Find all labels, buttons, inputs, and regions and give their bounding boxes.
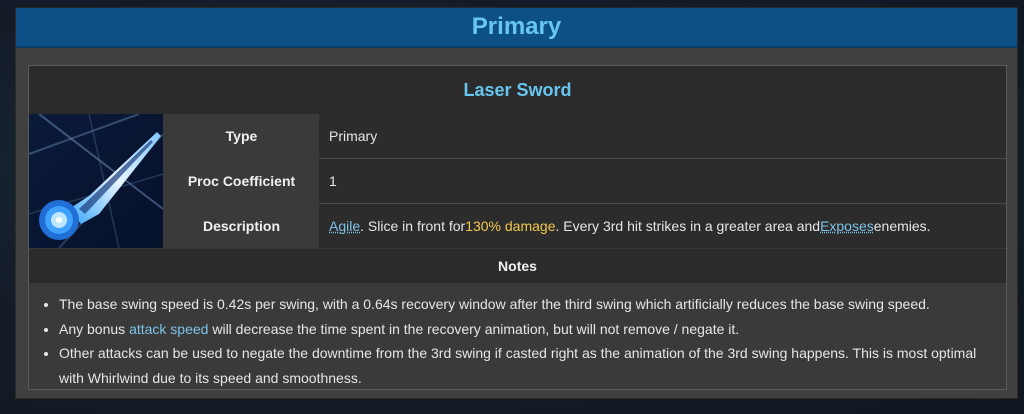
description-text: . Every 3rd hit strikes in a greater are… — [555, 218, 821, 234]
notes-list: The base swing speed is 0.42s per swing,… — [29, 284, 1006, 390]
proc-coefficient-label: Proc Coefficient — [187, 173, 296, 189]
type-value: Primary — [319, 114, 1006, 158]
note-item: The base swing speed is 0.42s per swing,… — [59, 292, 992, 317]
note-text: will decrease the time spent in the reco… — [208, 320, 740, 337]
description-text: enemies. — [873, 218, 931, 234]
skill-panel: Primary Laser Sword Type Primary Proc Co… — [15, 7, 1018, 399]
type-label: Type — [225, 128, 258, 144]
note-item: Other attacks can be used to negate the … — [59, 341, 992, 390]
agile-link[interactable]: Agile — [329, 218, 360, 234]
skill-name: Laser Sword — [29, 66, 1006, 114]
proc-coefficient-value: 1 — [319, 159, 1006, 203]
damage-highlight: 130% damage — [465, 218, 556, 234]
note-item: Any bonus attack speed will decrease the… — [59, 317, 992, 342]
skill-infobox: Laser Sword Type Primary Proc Coefficien… — [28, 65, 1007, 390]
proc-coefficient-row: Proc Coefficient 1 — [164, 159, 1006, 203]
description-label: Description — [202, 218, 280, 234]
laser-sword-icon — [28, 113, 164, 249]
description-row: Description Agile. Slice in front for 13… — [164, 204, 1006, 248]
attack-speed-link[interactable]: attack speed — [129, 321, 208, 337]
type-row: Type Primary — [164, 114, 1006, 158]
description-value: Agile. Slice in front for 130% damage. E… — [319, 204, 1006, 248]
description-text: . Slice in front for — [360, 218, 466, 234]
note-text: Any bonus — [59, 320, 130, 337]
notes-heading: Notes — [29, 249, 1006, 283]
exposes-link[interactable]: Exposes — [820, 218, 874, 234]
panel-title: Primary — [16, 8, 1017, 48]
